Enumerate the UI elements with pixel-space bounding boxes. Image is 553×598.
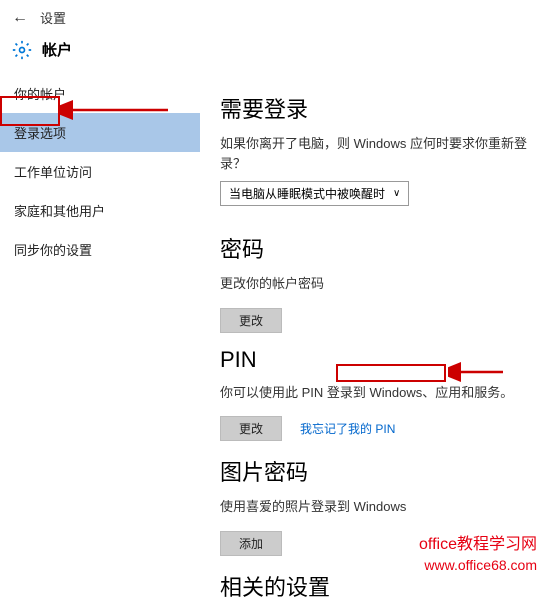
- pin-heading: PIN: [220, 347, 533, 373]
- sidebar-item-work-access[interactable]: 工作单位访问: [0, 152, 200, 191]
- watermark-line2: www.office68.com: [419, 556, 537, 576]
- watermark-line1: office教程学习网: [419, 534, 537, 556]
- password-heading: 密码: [220, 232, 533, 264]
- sidebar: 你的帐户 登录选项 工作单位访问 家庭和其他用户 同步你的设置: [0, 74, 200, 598]
- picture-add-button[interactable]: 添加: [220, 531, 282, 556]
- password-desc: 更改你的帐户密码: [220, 274, 533, 294]
- settings-label: 设置: [40, 8, 66, 27]
- pin-forgot-link[interactable]: 我忘记了我的 PIN: [300, 420, 395, 437]
- password-change-button[interactable]: 更改: [220, 308, 282, 333]
- picture-heading: 图片密码: [220, 455, 533, 487]
- sidebar-item-account[interactable]: 你的帐户: [0, 74, 200, 113]
- sidebar-item-signin-options[interactable]: 登录选项: [0, 113, 200, 152]
- pin-desc: 你可以使用此 PIN 登录到 Windows、应用和服务。: [220, 383, 533, 403]
- content-pane: 需要登录 如果你离开了电脑，则 Windows 应何时要求你重新登录？ 当电脑从…: [200, 74, 553, 598]
- sidebar-item-family[interactable]: 家庭和其他用户: [0, 191, 200, 230]
- page-title: 帐户: [42, 39, 72, 60]
- dropdown-value: 当电脑从睡眠模式中被唤醒时: [229, 185, 385, 202]
- signin-desc: 如果你离开了电脑，则 Windows 应何时要求你重新登录？: [220, 134, 533, 173]
- back-arrow-icon[interactable]: ←: [12, 9, 28, 27]
- chevron-down-icon: ∨: [393, 188, 400, 199]
- signin-heading: 需要登录: [220, 92, 533, 124]
- pin-change-button[interactable]: 更改: [220, 416, 282, 441]
- watermark: office教程学习网 www.office68.com: [419, 534, 537, 576]
- picture-desc: 使用喜爱的照片登录到 Windows: [220, 497, 533, 517]
- signin-dropdown[interactable]: 当电脑从睡眠模式中被唤醒时 ∨: [220, 181, 409, 206]
- sidebar-item-sync[interactable]: 同步你的设置: [0, 230, 200, 269]
- gear-icon: [12, 40, 32, 60]
